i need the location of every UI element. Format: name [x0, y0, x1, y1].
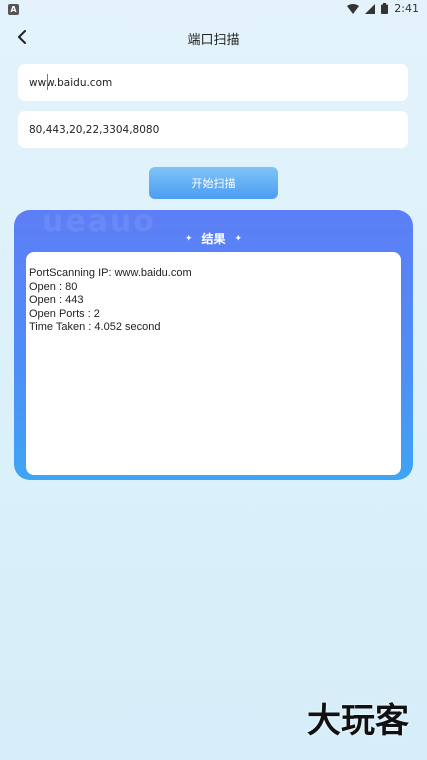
result-line: Time Taken : 4.052 second — [29, 321, 161, 333]
status-icons: 2:41 — [347, 2, 419, 15]
battery-icon — [381, 3, 389, 14]
sparkle-icon: ✦ — [184, 233, 193, 244]
ports-input[interactable] — [29, 123, 397, 136]
page-title: 端口扫描 — [187, 33, 240, 48]
result-panel: ueauo ✦ 结果 ✦ PortScanning IP: www.baidu.… — [14, 210, 413, 480]
status-time: 2:41 — [394, 2, 419, 15]
result-title: 结果 — [201, 232, 226, 246]
result-line: Open : 80 — [29, 280, 78, 293]
signal-icon — [365, 3, 376, 14]
watermark-logo: 大玩客 — [307, 701, 409, 741]
status-bar: A 2:41 — [0, 0, 427, 20]
app-notification-icon: A — [8, 4, 19, 15]
result-line: Open Ports : 2 — [29, 307, 100, 320]
sparkle-icon: ✦ — [234, 233, 243, 244]
host-input[interactable] — [29, 76, 397, 89]
host-input-container — [18, 64, 408, 101]
result-header: ✦ 结果 ✦ — [14, 230, 413, 247]
wifi-icon — [347, 3, 360, 14]
result-line: Open : 443 — [29, 294, 84, 306]
ports-input-container — [18, 111, 408, 148]
result-line: PortScanning IP: www.baidu.com — [29, 267, 192, 279]
result-output: PortScanning IP: www.baidu.com Open : 80… — [26, 252, 401, 475]
top-bar: 端口扫描 — [0, 24, 427, 52]
start-scan-button[interactable]: 开始扫描 — [149, 167, 278, 199]
